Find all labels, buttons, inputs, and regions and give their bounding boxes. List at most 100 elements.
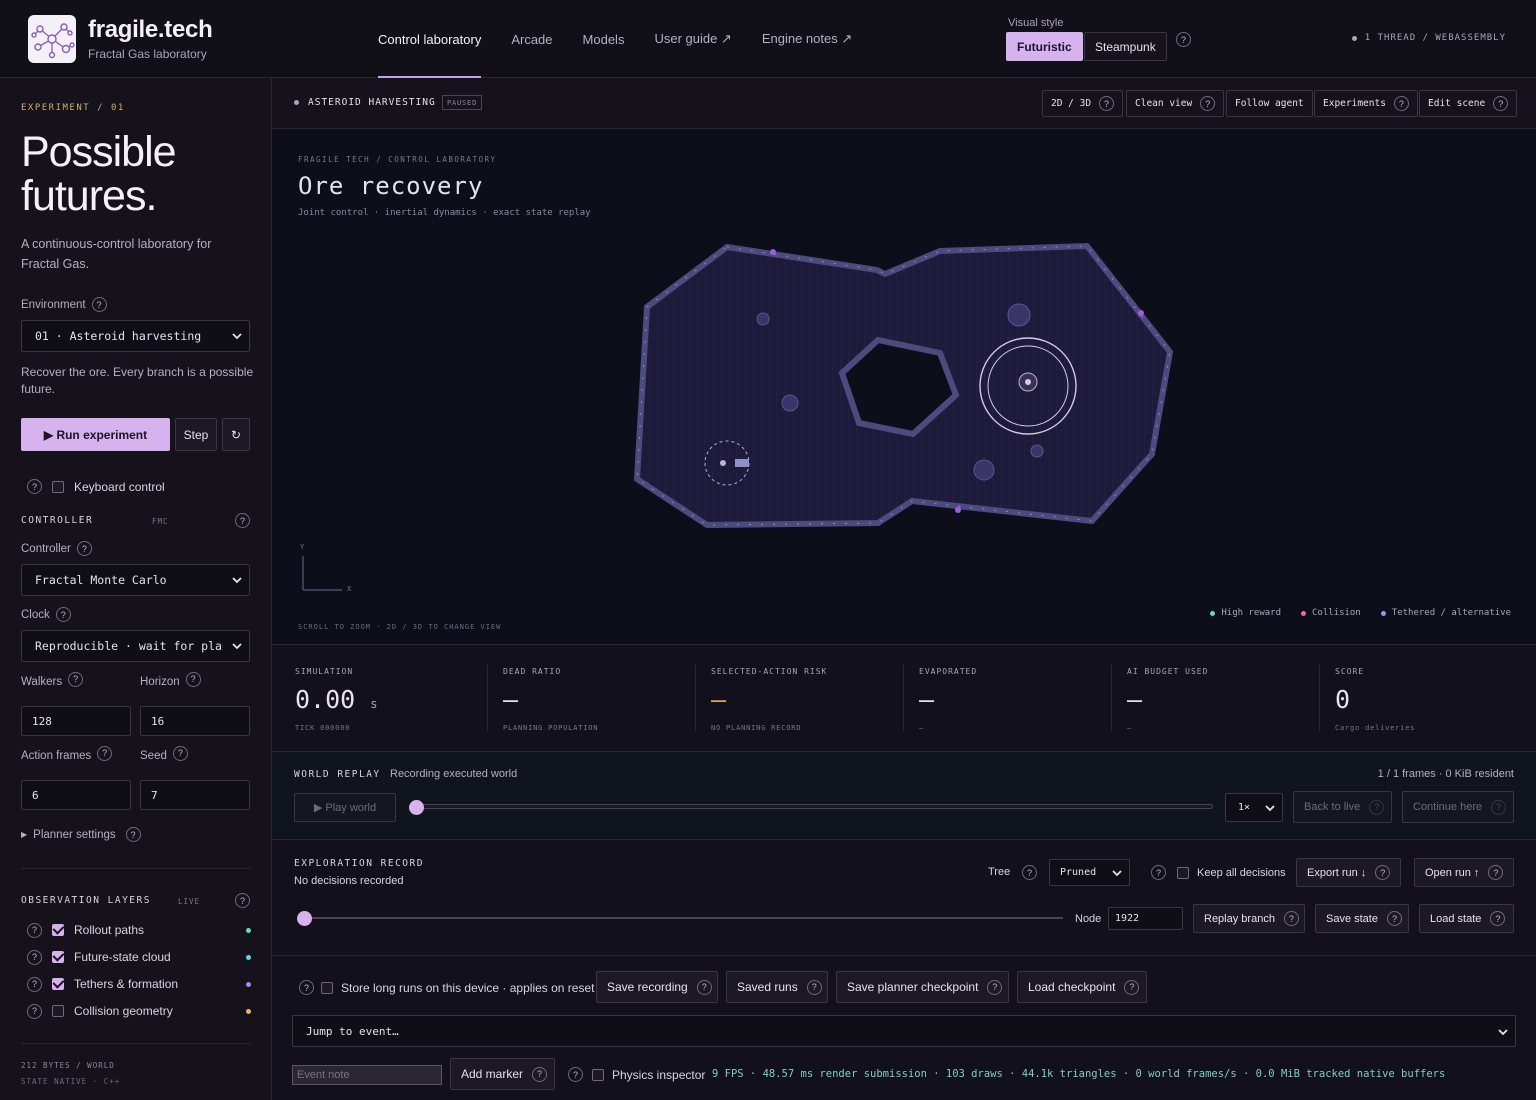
replay-slider-thumb[interactable]: [409, 800, 424, 815]
nav-arcade[interactable]: Arcade: [511, 0, 552, 78]
step-button[interactable]: Step: [175, 418, 217, 451]
keep-decisions-checkbox[interactable]: [1177, 867, 1189, 879]
tree-select[interactable]: Pruned: [1049, 859, 1130, 886]
nav-models[interactable]: Models: [583, 0, 625, 78]
planner-help-icon[interactable]: ?: [125, 827, 141, 842]
follow-agent-button[interactable]: Follow agent: [1226, 90, 1313, 117]
inspector-help-icon[interactable]: ?: [568, 1067, 583, 1082]
clean-view-button[interactable]: Clean view?: [1126, 90, 1225, 117]
save-checkpoint-button[interactable]: Save planner checkpoint?: [836, 971, 1009, 1003]
load-state-button[interactable]: Load state?: [1419, 904, 1514, 933]
layer-future-state-cloud[interactable]: ? Future-state cloud: [27, 949, 251, 965]
asteroid-arena-scene[interactable]: [272, 129, 1536, 644]
nav-control-laboratory[interactable]: Control laboratory: [378, 0, 482, 78]
keep-decisions-help-icon[interactable]: ?: [1151, 865, 1166, 880]
controller-section-help-icon[interactable]: ?: [235, 513, 250, 528]
layer-checkbox[interactable]: [52, 924, 64, 936]
keyboard-help-icon[interactable]: ?: [27, 479, 42, 494]
horizon-input[interactable]: 16: [140, 706, 250, 736]
play-world-button[interactable]: ▶ Play world: [294, 793, 396, 822]
continue-here-help-icon[interactable]: ?: [1491, 799, 1507, 815]
seed-help-icon[interactable]: ?: [172, 745, 188, 761]
save-recording-button[interactable]: Save recording?: [596, 971, 718, 1003]
layer-help-icon[interactable]: ?: [27, 976, 42, 992]
layer-checkbox[interactable]: [52, 978, 64, 990]
back-to-live-help-icon[interactable]: ?: [1369, 799, 1385, 815]
chevron-down-icon: [232, 643, 242, 650]
layer-rollout-paths[interactable]: ? Rollout paths: [27, 922, 251, 938]
layer-help-icon[interactable]: ?: [27, 922, 42, 938]
physics-inspector-checkbox[interactable]: [592, 1069, 604, 1081]
action-frames-help-icon[interactable]: ?: [97, 745, 113, 761]
brand-name[interactable]: fragile.tech: [88, 16, 213, 44]
controller-select[interactable]: Fractal Monte Carlo: [21, 564, 250, 596]
clean-view-help-icon[interactable]: ?: [1200, 96, 1216, 111]
add-marker-help-icon[interactable]: ?: [532, 1066, 548, 1082]
node-input[interactable]: 1922: [1108, 907, 1183, 930]
storage-panel: ? Store long runs on this device · appli…: [272, 956, 1536, 1100]
walkers-input[interactable]: 128: [21, 706, 131, 736]
layer-collision-geometry[interactable]: ? Collision geometry: [27, 1003, 251, 1019]
walkers-help-icon[interactable]: ?: [68, 671, 84, 687]
event-note-input[interactable]: [292, 1065, 442, 1085]
nav-engine-notes[interactable]: Engine notes ↗: [762, 0, 852, 78]
simulation-viewport[interactable]: FRAGILE TECH / CONTROL LABORATORY Ore re…: [272, 129, 1536, 644]
seed-input[interactable]: 7: [140, 780, 250, 810]
exploration-record-panel: EXPLORATION RECORD No decisions recorded…: [272, 840, 1536, 956]
save-state-help-icon[interactable]: ?: [1386, 911, 1402, 926]
add-marker-button[interactable]: Add marker?: [450, 1058, 555, 1090]
layer-tethers-formation[interactable]: ? Tethers & formation: [27, 976, 251, 992]
export-run-help-icon[interactable]: ?: [1375, 865, 1391, 880]
experiments-button[interactable]: Experiments?: [1314, 90, 1418, 117]
open-run-help-icon[interactable]: ?: [1488, 865, 1504, 880]
save-state-button[interactable]: Save state?: [1315, 904, 1409, 933]
controller-help-icon[interactable]: ?: [76, 541, 92, 556]
export-run-button[interactable]: Export run ↓?: [1296, 858, 1401, 887]
edit-scene-button[interactable]: Edit scene?: [1419, 90, 1518, 117]
replay-speed-select[interactable]: 1×: [1225, 793, 1283, 822]
load-state-help-icon[interactable]: ?: [1490, 911, 1506, 926]
continue-here-button[interactable]: Continue here?: [1402, 791, 1514, 823]
brand-logo-icon[interactable]: [28, 15, 76, 63]
layer-checkbox[interactable]: [52, 1005, 64, 1017]
reset-icon[interactable]: ↻: [222, 418, 250, 451]
layer-help-icon[interactable]: ?: [27, 949, 42, 965]
run-experiment-button[interactable]: ▶ Run experiment: [21, 418, 170, 451]
replay-slider-track[interactable]: [413, 804, 1213, 809]
layer-help-icon[interactable]: ?: [27, 1003, 42, 1019]
node-slider-thumb[interactable]: [297, 911, 312, 926]
load-checkpoint-button[interactable]: Load checkpoint?: [1017, 971, 1147, 1003]
store-long-runs-checkbox[interactable]: [321, 982, 333, 994]
tree-help-icon[interactable]: ?: [1022, 865, 1037, 880]
node-slider-track[interactable]: [303, 917, 1063, 919]
action-frames-input[interactable]: 6: [21, 780, 131, 810]
replay-branch-button[interactable]: Replay branch?: [1193, 904, 1305, 933]
futuristic-style-button[interactable]: Futuristic: [1006, 32, 1083, 61]
keyboard-control-checkbox[interactable]: [52, 480, 64, 493]
layer-checkbox[interactable]: [52, 951, 64, 963]
save-recording-help-icon[interactable]: ?: [696, 979, 712, 995]
clock-help-icon[interactable]: ?: [55, 607, 71, 622]
clock-select[interactable]: Reproducible · wait for planner: [21, 630, 250, 662]
store-help-icon[interactable]: ?: [299, 980, 314, 995]
environment-help-icon[interactable]: ?: [91, 297, 107, 312]
load-checkpoint-help-icon[interactable]: ?: [1124, 979, 1140, 995]
planner-settings-toggle[interactable]: ▶ Planner settings ?: [21, 827, 141, 842]
layers-help-icon[interactable]: ?: [235, 893, 250, 908]
replay-branch-help-icon[interactable]: ?: [1283, 911, 1299, 926]
nav-user-guide[interactable]: User guide ↗: [654, 0, 731, 78]
steampunk-style-button[interactable]: Steampunk: [1084, 32, 1167, 61]
back-to-live-button[interactable]: Back to live?: [1293, 791, 1392, 823]
saved-runs-button[interactable]: Saved runs?: [726, 971, 828, 1003]
visual-style-help-icon[interactable]: ?: [1176, 32, 1191, 47]
saved-runs-help-icon[interactable]: ?: [806, 979, 822, 995]
jump-to-event-select[interactable]: Jump to event…: [292, 1015, 1516, 1047]
toggle-2d-3d-button[interactable]: 2D / 3D?: [1042, 90, 1124, 117]
save-checkpoint-help-icon[interactable]: ?: [987, 979, 1003, 995]
edit-scene-help-icon[interactable]: ?: [1493, 96, 1509, 111]
horizon-help-icon[interactable]: ?: [185, 671, 201, 687]
open-run-button[interactable]: Open run ↑?: [1414, 858, 1514, 887]
environment-select[interactable]: 01 · Asteroid harvesting: [21, 320, 250, 352]
experiments-help-icon[interactable]: ?: [1393, 96, 1409, 111]
toggle-help-icon[interactable]: ?: [1099, 96, 1115, 111]
